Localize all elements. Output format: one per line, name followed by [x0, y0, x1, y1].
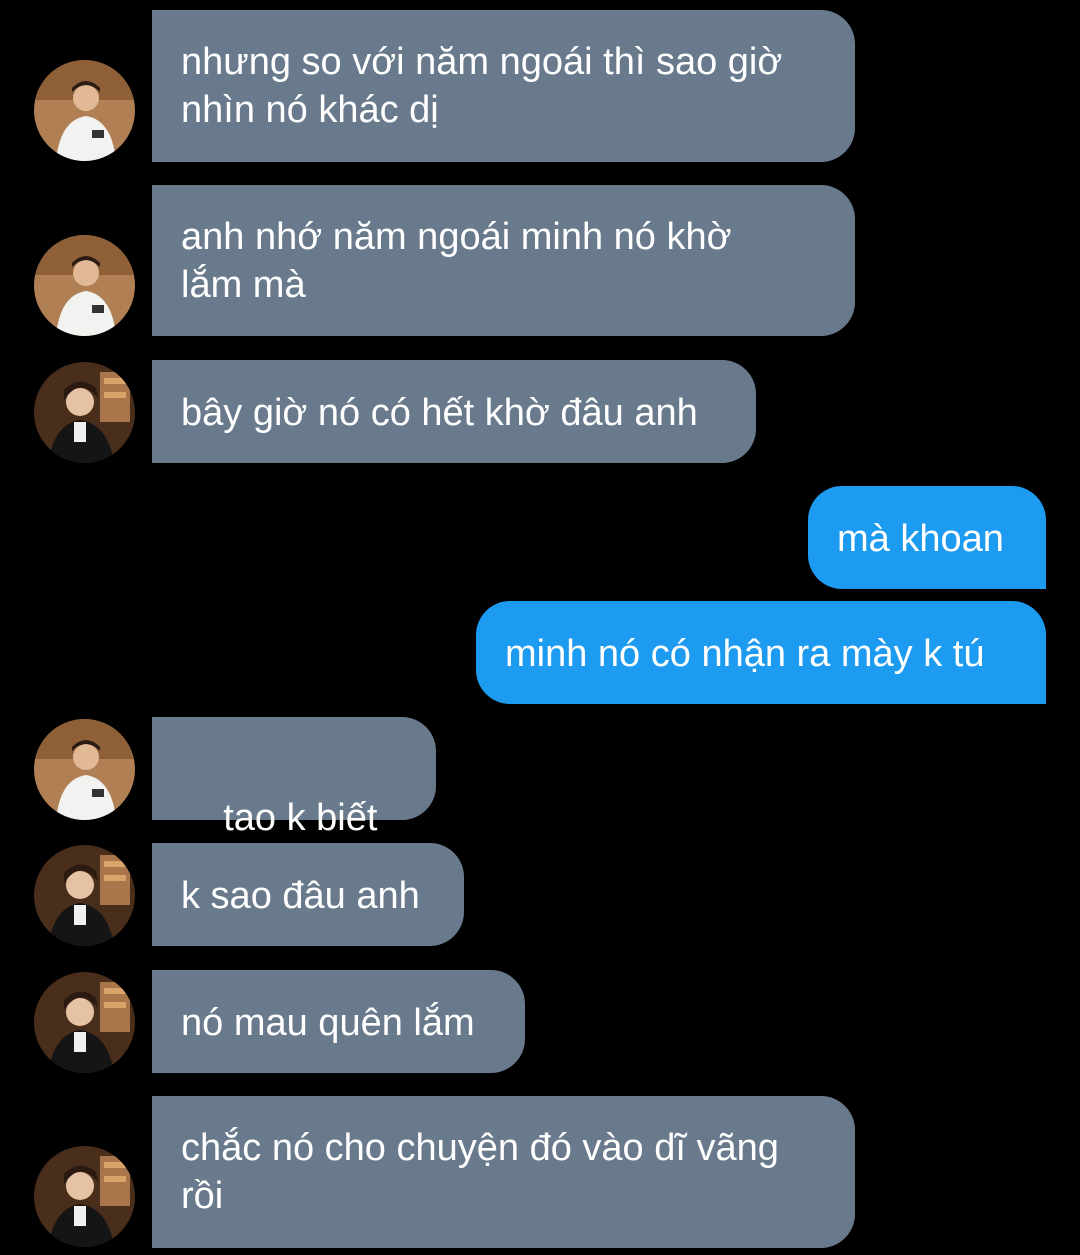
message-bubble[interactable]: tao k biết	[152, 717, 436, 887]
chat-thread: nhưng so với năm ngoái thì sao giờ nhìn …	[0, 0, 1080, 1255]
contact-avatar[interactable]	[34, 60, 135, 161]
contact-avatar[interactable]	[34, 1146, 135, 1247]
message-bubble[interactable]: chắc nó cho chuyện đó vào dĩ vãng rồi	[152, 1096, 855, 1248]
contact-avatar[interactable]	[34, 719, 135, 820]
contact-avatar[interactable]	[34, 845, 135, 946]
message-bubble[interactable]: nó mau quên lắm	[152, 970, 525, 1073]
contact-avatar[interactable]	[34, 972, 135, 1073]
contact-avatar[interactable]	[34, 362, 135, 463]
message-bubble-outgoing[interactable]: minh nó có nhận ra mày k tú	[476, 601, 1046, 704]
contact-avatar[interactable]	[34, 235, 135, 336]
message-bubble-outgoing[interactable]: mà khoan	[808, 486, 1046, 589]
message-text: tao k biết	[223, 797, 378, 839]
message-bubble[interactable]: anh nhớ năm ngoái minh nó khờ lắm mà	[152, 185, 855, 336]
message-bubble[interactable]: bây giờ nó có hết khờ đâu anh	[152, 360, 756, 463]
message-bubble[interactable]: nhưng so với năm ngoái thì sao giờ nhìn …	[152, 10, 855, 162]
message-bubble[interactable]: k sao đâu anh	[152, 843, 464, 946]
